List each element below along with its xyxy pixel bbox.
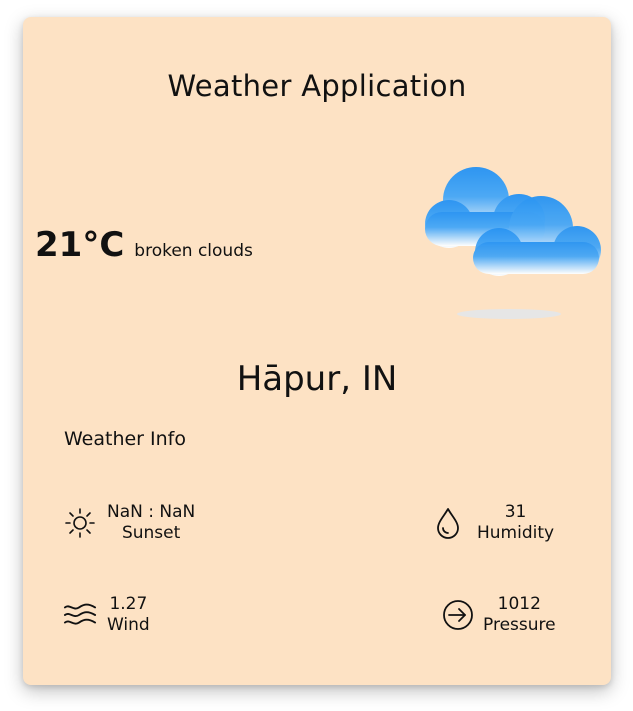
droplet-icon: [431, 506, 465, 540]
temperature: 21°C: [35, 225, 125, 265]
wind-value: 1.27: [109, 594, 148, 614]
sunset-stat: NaN : NaN Sunset: [63, 502, 195, 544]
weather-description: broken clouds: [134, 241, 253, 261]
app-title: Weather Application: [167, 69, 467, 103]
wind-stat: 1.27 Wind: [63, 594, 150, 636]
pressure-value: 1012: [497, 594, 541, 614]
sunset-value: NaN : NaN: [107, 502, 196, 522]
pressure-stat: 1012 Pressure: [441, 594, 556, 636]
humidity-stat: 31 Humidity: [431, 502, 554, 544]
pressure-label: Pressure: [483, 615, 556, 635]
current-weather: 21°C broken clouds: [35, 225, 253, 265]
broken-clouds-icon: [419, 162, 603, 322]
humidity-value: 31: [504, 502, 527, 522]
sunset-label: Sunset: [121, 523, 181, 543]
sun-icon: [63, 506, 97, 540]
location-name: Hāpur, IN: [236, 359, 398, 399]
weather-card: Weather Application 21°C broken clouds H…: [23, 17, 611, 685]
humidity-label: Humidity: [477, 523, 555, 543]
wind-label: Wind: [107, 615, 150, 635]
weather-info-heading: Weather Info: [64, 428, 186, 450]
wind-icon: [63, 598, 97, 632]
pressure-icon: [441, 598, 475, 632]
